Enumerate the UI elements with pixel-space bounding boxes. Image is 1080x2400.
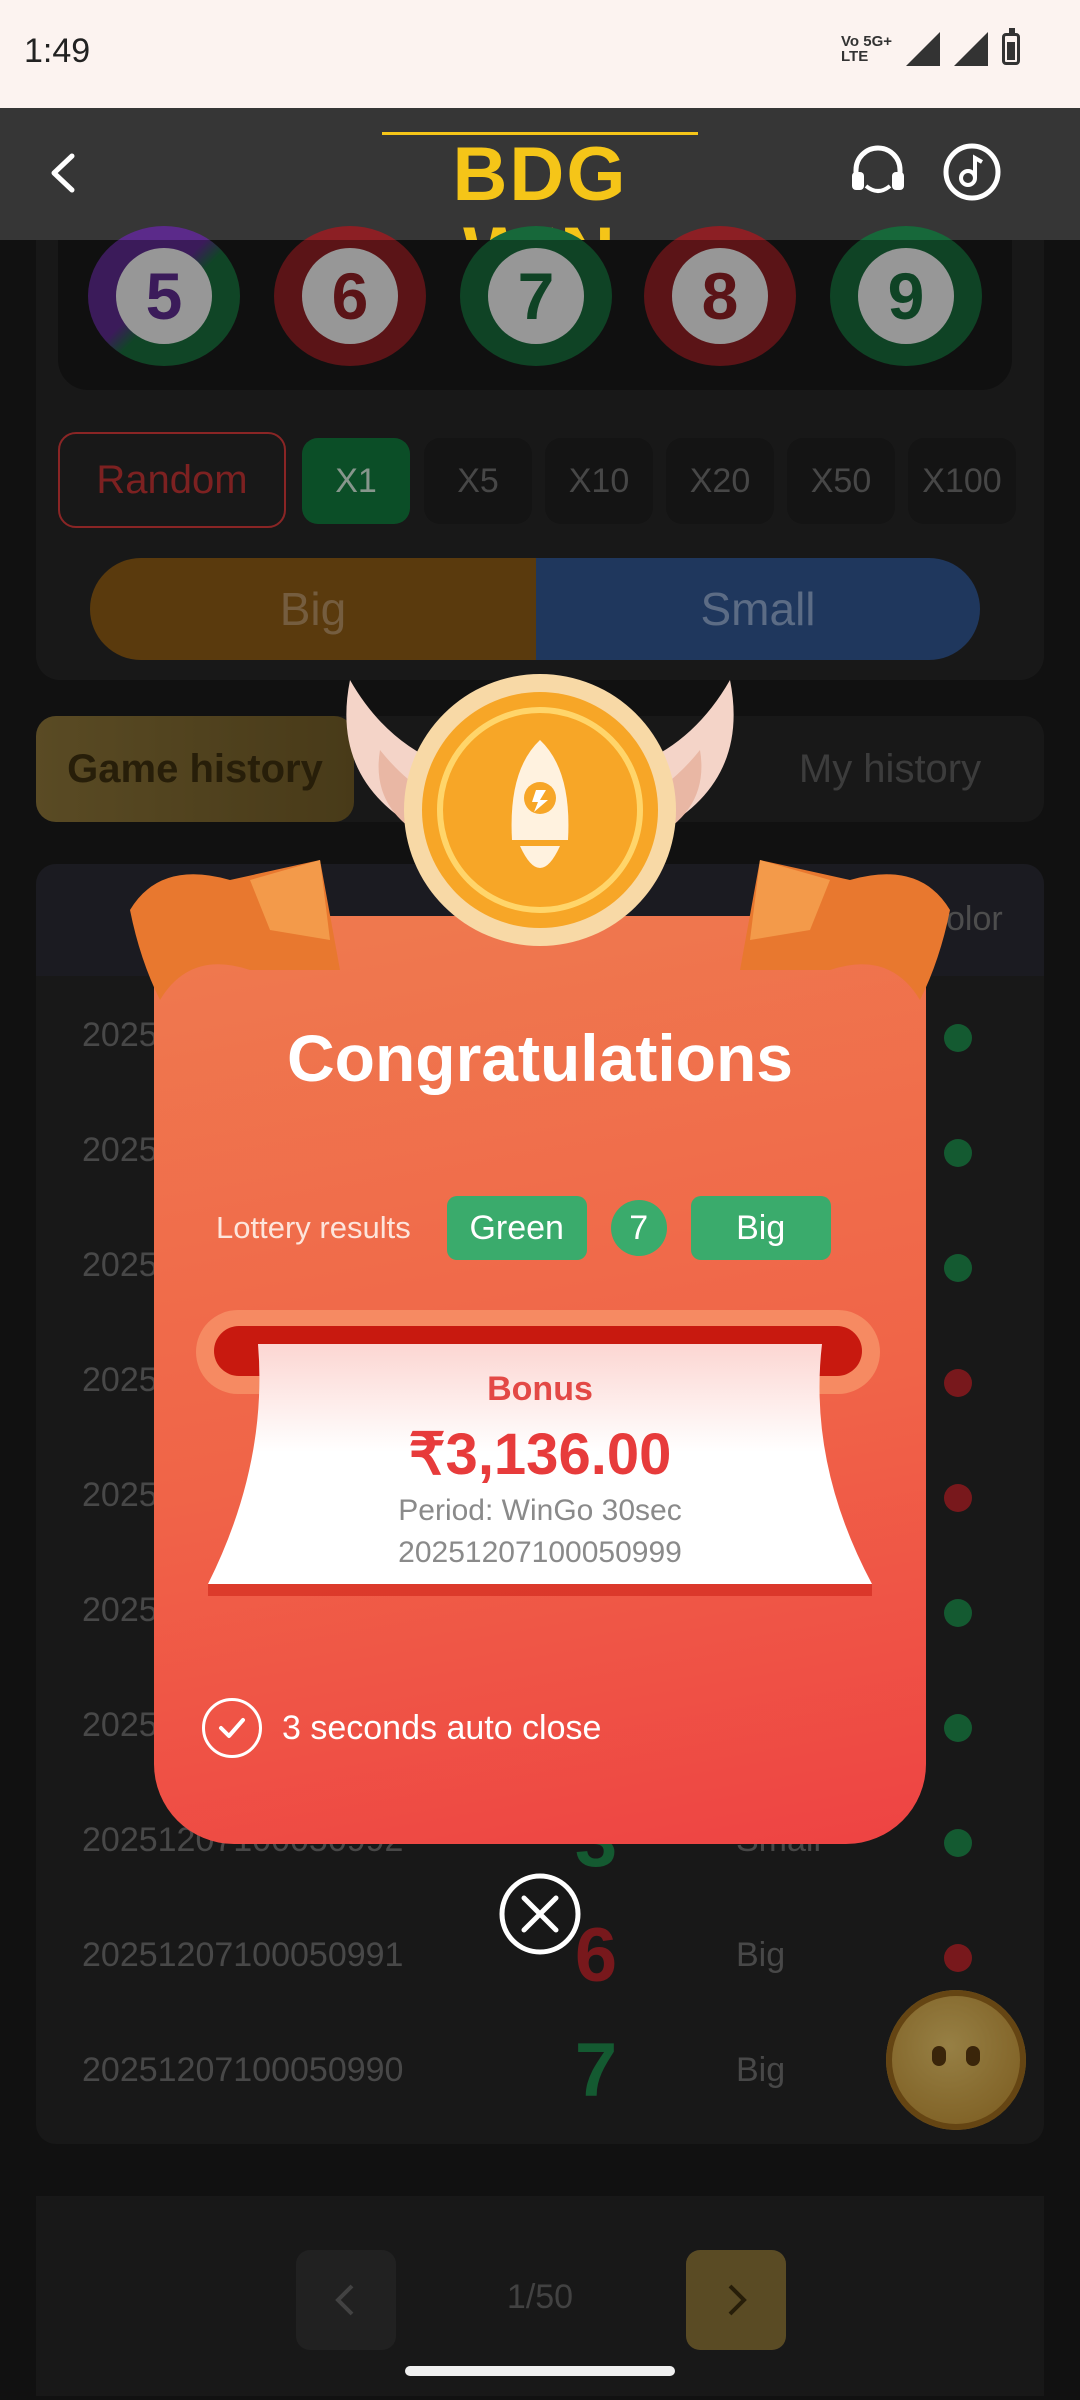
rocket-medal-icon <box>346 674 734 946</box>
bonus-amount: ₹3,136.00 <box>408 1422 672 1487</box>
bonus-label: Bonus <box>487 1370 593 1408</box>
signal-icon <box>906 32 940 66</box>
lottery-results: Lottery results Green 7 Big <box>216 1196 831 1260</box>
status-bar: 1:49 Vo 5G+ LTE <box>0 0 1080 108</box>
headset-icon[interactable] <box>846 140 910 204</box>
close-icon[interactable] <box>498 1872 582 1956</box>
auto-close-toggle[interactable]: 3 seconds auto close <box>202 1698 601 1758</box>
result-size-badge: Big <box>690 1196 831 1260</box>
check-icon[interactable] <box>202 1698 262 1758</box>
home-indicator[interactable] <box>405 2366 675 2376</box>
period-label: Period: WinGo 30sec <box>398 1494 682 1527</box>
lottery-results-label: Lottery results <box>216 1210 411 1245</box>
chevron-left-icon[interactable] <box>40 148 90 198</box>
result-number-badge: 7 <box>610 1200 667 1256</box>
clock: 1:49 <box>24 32 91 70</box>
result-color-badge: Green <box>446 1196 587 1260</box>
network-indicator: Vo 5G+ LTE <box>841 33 892 65</box>
battery-icon <box>1002 28 1020 65</box>
app-header: BDG WIN <box>0 108 1080 298</box>
popup-title: Congratulations <box>287 1021 793 1095</box>
period-id: 20251207100050999 <box>398 1536 682 1569</box>
auto-close-label: 3 seconds auto close <box>282 1708 602 1747</box>
system-icons: Vo 5G+ LTE <box>841 28 1020 66</box>
brand-logo: BDG WIN <box>378 132 702 298</box>
signal-icon-2 <box>954 32 988 66</box>
music-note-icon[interactable] <box>940 140 1004 204</box>
